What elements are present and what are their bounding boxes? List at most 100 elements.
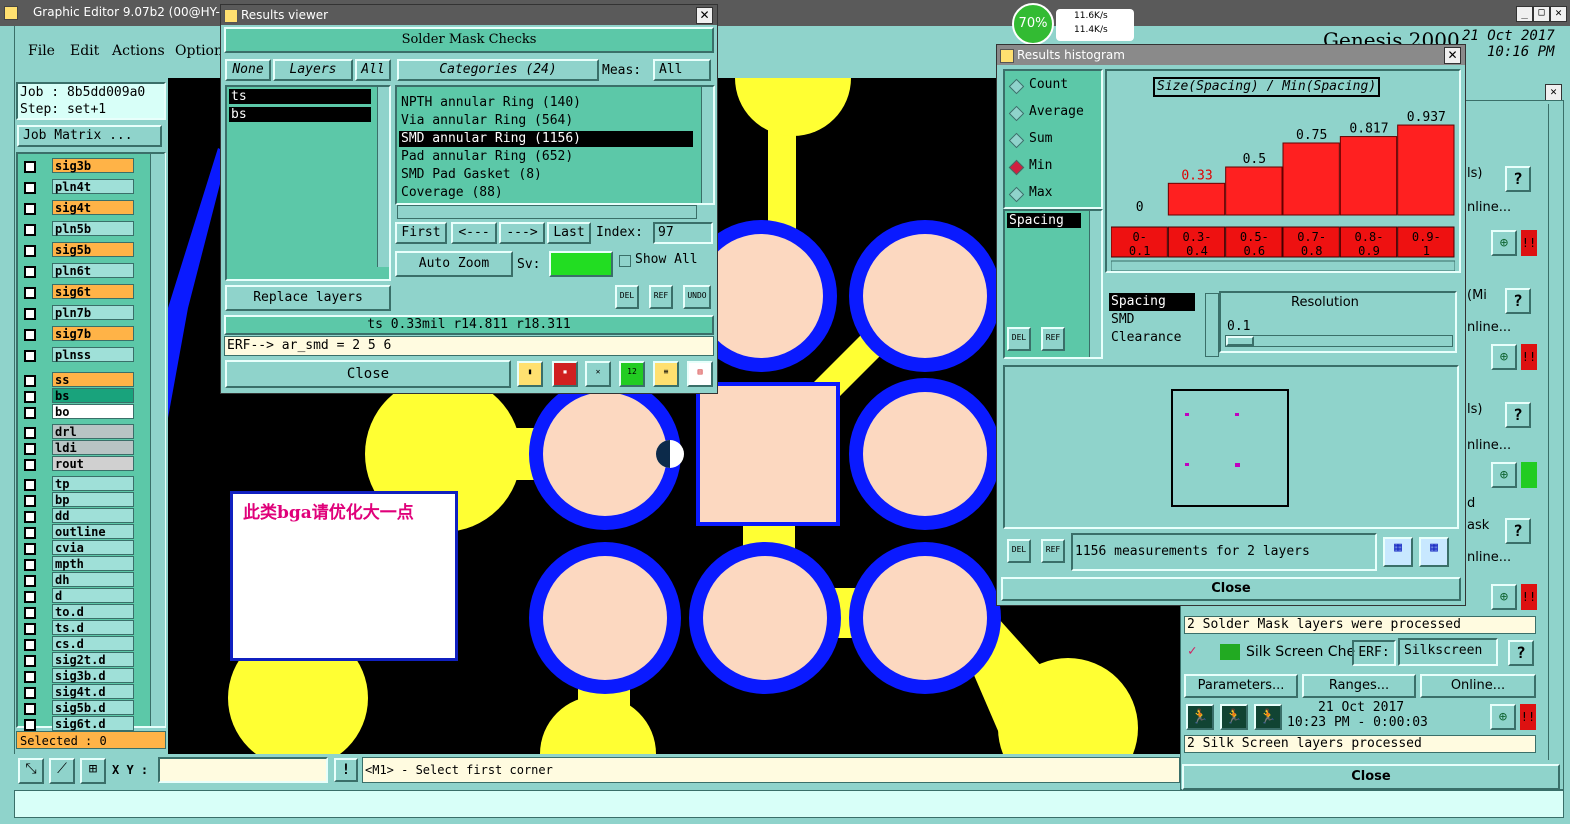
layer-name[interactable]: d (52, 588, 134, 603)
layer-checkbox[interactable] (24, 459, 36, 471)
close-window-button[interactable]: ✕ (1550, 6, 1567, 22)
layer-row-rout[interactable]: rout (20, 456, 166, 472)
measure-del-icon[interactable]: DEL (1007, 539, 1031, 563)
side-zoom-icon[interactable]: ⊕ (1491, 344, 1517, 370)
chart-hscroll[interactable] (1111, 260, 1455, 271)
menu-edit[interactable]: Edit (70, 43, 99, 59)
next-button[interactable]: ---> (499, 222, 545, 244)
layer-row-bo[interactable]: bo (20, 404, 166, 420)
layer-checkbox[interactable] (24, 407, 36, 419)
sub-item-clearance[interactable]: Clearance (1109, 329, 1209, 347)
layer-name[interactable]: rout (52, 456, 134, 471)
results-viewer-close-icon[interactable]: ✕ (696, 7, 713, 24)
menu-option[interactable]: Option (175, 43, 223, 59)
minimize-button[interactable]: _ (1516, 6, 1533, 22)
results-viewer-close-button[interactable]: Close (225, 360, 511, 388)
category-item[interactable]: NPTH annular Ring (140) (399, 95, 693, 111)
silk-check-mark-icon[interactable]: ✓ (1188, 643, 1196, 659)
histogram-icon-1[interactable]: ▮ (517, 361, 543, 387)
layer-row-plnss[interactable]: plnss (20, 347, 166, 363)
layer-row-sig3b.d[interactable]: sig3b.d (20, 668, 166, 684)
layer-row-pln7b[interactable]: pln7b (20, 305, 166, 321)
layer-name[interactable]: bp (52, 492, 134, 507)
layer-name[interactable]: pln5b (52, 221, 134, 236)
layer-checkbox[interactable] (24, 575, 36, 587)
layer-checkbox[interactable] (24, 703, 36, 715)
layer-checkbox[interactable] (24, 639, 36, 651)
layer-row-dd[interactable]: dd (20, 508, 166, 524)
histogram-bar[interactable] (1397, 124, 1455, 216)
spacing-list-item[interactable]: Spacing (1007, 213, 1081, 228)
layer-checkbox[interactable] (24, 687, 36, 699)
category-item[interactable]: Pad annular Ring (652) (399, 149, 693, 165)
run-icon-2[interactable]: 🏃 (1220, 704, 1248, 730)
layer-checkbox[interactable] (24, 287, 36, 299)
parameters-button[interactable]: Parameters... (1184, 674, 1298, 698)
categories-vscroll[interactable] (701, 87, 713, 203)
layer-list-vscroll[interactable] (377, 87, 389, 267)
menu-actions[interactable]: Actions (112, 43, 165, 59)
histogram-bar[interactable] (1282, 142, 1340, 216)
layer-row-drl[interactable]: drl (20, 424, 166, 440)
zoom-area-icon[interactable]: ⤡ (18, 758, 44, 784)
layer-name[interactable]: sig6t.d (52, 716, 134, 731)
layer-row-sig5b[interactable]: sig5b (20, 242, 166, 258)
layer-checkbox[interactable] (24, 591, 36, 603)
radio-diamond-icon[interactable] (1008, 132, 1025, 149)
radio-diamond-icon[interactable] (1008, 78, 1025, 95)
undo-icon[interactable]: UNDO (683, 285, 711, 309)
report-icon[interactable]: ≡ (653, 361, 679, 387)
layer-checkbox[interactable] (24, 671, 36, 683)
layer-checkbox[interactable] (24, 161, 36, 173)
histogram-bar[interactable] (1339, 136, 1398, 216)
sub-item-smd[interactable]: SMD (1109, 311, 1209, 329)
layer-checkbox[interactable] (24, 350, 36, 362)
none-button[interactable]: None (225, 59, 271, 81)
layer-name[interactable]: sig5b.d (52, 700, 134, 715)
category-item[interactable]: Via annular Ring (564) (399, 113, 693, 129)
histogram-icon-2[interactable]: ▥ (687, 361, 713, 387)
side-zoom-icon[interactable]: ⊕ (1491, 230, 1517, 256)
layer-name[interactable]: sig2t.d (52, 652, 134, 667)
prev-button[interactable]: <--- (451, 222, 497, 244)
layer-row-bs[interactable]: bs (20, 388, 166, 404)
layer-checkbox[interactable] (24, 427, 36, 439)
layer-checkbox[interactable] (24, 203, 36, 215)
index-input[interactable]: 97 (653, 222, 713, 244)
run-icon-3[interactable]: 🏃 (1254, 704, 1282, 730)
layer-name[interactable]: sig4t.d (52, 684, 134, 699)
layer-name[interactable]: cvia (52, 540, 134, 555)
side-zoom-icon[interactable]: ⊕ (1491, 462, 1517, 488)
layer-name[interactable]: pln6t (52, 263, 134, 278)
layer-checkbox[interactable] (24, 245, 36, 257)
layer-checkbox[interactable] (24, 266, 36, 278)
layer-name[interactable]: sig4t (52, 200, 134, 215)
ranges-button[interactable]: Ranges... (1302, 674, 1416, 698)
histogram-close-button[interactable]: Close (1001, 577, 1461, 601)
layer-checkbox[interactable] (24, 607, 36, 619)
radio-diamond-icon[interactable] (1008, 186, 1025, 203)
layer-row-cs.d[interactable]: cs.d (20, 636, 166, 652)
layer-name[interactable]: cs.d (52, 636, 134, 651)
layer-name[interactable]: tp (52, 476, 134, 491)
layer-checkbox[interactable] (24, 527, 36, 539)
radio-diamond-icon[interactable] (1008, 159, 1025, 176)
layer-row-bp[interactable]: bp (20, 492, 166, 508)
layer-checkbox[interactable] (24, 224, 36, 236)
side-help-icon[interactable]: ? (1505, 402, 1531, 428)
layer-item-bs[interactable]: bs (229, 107, 371, 122)
layer-name[interactable]: sig7b (52, 326, 134, 341)
genesis-close-button[interactable]: Close (1182, 764, 1560, 790)
layer-name[interactable]: sig5b (52, 242, 134, 257)
layer-name[interactable]: bs (52, 388, 134, 403)
auto-zoom-dropdown[interactable]: Auto Zoom (395, 251, 513, 277)
hist-del-icon[interactable]: DEL (1007, 327, 1031, 351)
run-icon-1[interactable]: 🏃 (1186, 704, 1214, 730)
layer-row-sig4t[interactable]: sig4t (20, 200, 166, 216)
layer-row-to.d[interactable]: to.d (20, 604, 166, 620)
histogram-close-icon[interactable]: ✕ (1444, 47, 1461, 64)
category-item[interactable]: SMD Pad Gasket (8) (399, 167, 693, 183)
layer-checkbox[interactable] (24, 495, 36, 507)
job-matrix-button[interactable]: Job Matrix ... (17, 125, 162, 147)
layer-row-sig3b[interactable]: sig3b (20, 158, 166, 174)
